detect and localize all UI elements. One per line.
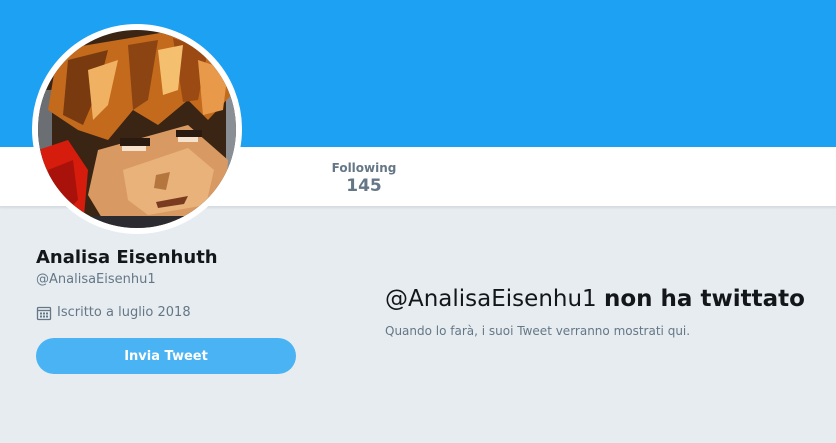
following-stat[interactable]: Following 145	[326, 160, 402, 196]
avatar-image	[38, 30, 236, 228]
following-count: 145	[346, 176, 382, 196]
join-date-text: Iscritto a luglio 2018	[57, 305, 191, 320]
profile-avatar[interactable]	[32, 24, 242, 234]
profile-name: Analisa Eisenhuth	[36, 247, 218, 268]
empty-state-handle: @AnalisaEisenhu1	[385, 286, 597, 312]
join-date: Iscritto a luglio 2018	[36, 305, 191, 321]
following-label: Following	[331, 161, 397, 175]
empty-state-title: @AnalisaEisenhu1 non ha twittato	[385, 284, 805, 314]
profile-handle: @AnalisaEisenhu1	[36, 272, 156, 287]
empty-state-subtitle: Quando lo farà, i suoi Tweet verranno mo…	[385, 324, 691, 338]
empty-state-title-suffix: non ha twittato	[604, 286, 805, 312]
send-tweet-button[interactable]: Invia Tweet	[36, 338, 296, 374]
calendar-icon	[36, 306, 52, 321]
